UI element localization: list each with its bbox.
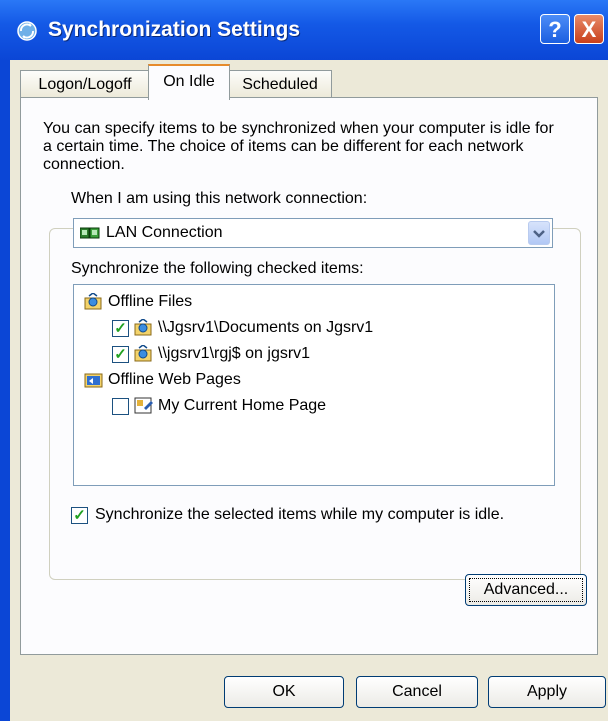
offline-files-icon xyxy=(84,293,102,310)
tab-on-idle[interactable]: On Idle xyxy=(148,64,230,100)
dropdown-arrow-button[interactable] xyxy=(528,221,550,245)
tree-item-label: Offline Web Pages xyxy=(108,371,241,388)
checkbox-sync-while-idle[interactable]: ✓ xyxy=(71,507,88,524)
sync-items-label: Synchronize the following checked items: xyxy=(71,260,364,277)
ok-button[interactable]: OK xyxy=(224,676,344,708)
offline-files-icon xyxy=(134,319,152,336)
description-text: You can specify items to be synchronized… xyxy=(43,120,554,173)
tree-item-label: \\Jgsrv1\Documents on Jgsrv1 xyxy=(158,319,374,336)
tab-logon-logoff[interactable]: Logon/Logoff xyxy=(20,70,150,98)
connection-dropdown[interactable]: LAN Connection xyxy=(73,218,553,248)
network-connection-icon xyxy=(80,227,100,239)
tree-item-label: \\jgsrv1\rgj$ on jgsrv1 xyxy=(158,345,311,362)
tree-item-label: Offline Files xyxy=(108,293,193,310)
on-idle-panel: You can specify items to be synchronized… xyxy=(20,97,598,655)
apply-button[interactable]: Apply xyxy=(488,676,606,708)
checkbox-jgsrv1-documents[interactable]: ✓ xyxy=(112,320,129,337)
web-page-icon xyxy=(134,397,153,414)
close-button[interactable]: X xyxy=(574,14,604,44)
window-title: Synchronization Settings xyxy=(48,18,301,41)
connection-selected-value: LAN Connection xyxy=(106,224,223,241)
checkbox-jgsrv1-rgj[interactable]: ✓ xyxy=(112,346,129,363)
tree-item-label: My Current Home Page xyxy=(158,397,327,414)
cancel-button[interactable]: Cancel xyxy=(356,676,478,708)
sync-app-icon xyxy=(17,21,37,41)
dialog-client-area: Logon/Logoff On Idle Scheduled You can s… xyxy=(10,60,608,721)
chevron-down-icon xyxy=(533,230,545,238)
help-button[interactable]: ? xyxy=(540,14,570,44)
offline-files-icon xyxy=(134,345,152,362)
tab-scheduled[interactable]: Scheduled xyxy=(228,70,332,98)
title-bar[interactable]: Synchronization Settings ? X xyxy=(0,0,608,60)
checkbox-my-current-home-page[interactable] xyxy=(112,398,129,415)
connection-label: When I am using this network connection: xyxy=(71,190,368,207)
sync-settings-window: Synchronization Settings ? X Logon/Logof… xyxy=(0,0,608,721)
sync-items-tree[interactable]: Offline Files ✓ \\Jgsrv1\Documents on Jg… xyxy=(73,284,555,486)
sync-while-idle-label: Synchronize the selected items while my … xyxy=(95,506,505,523)
advanced-button[interactable]: Advanced... xyxy=(465,574,587,606)
offline-web-pages-icon xyxy=(84,373,103,388)
